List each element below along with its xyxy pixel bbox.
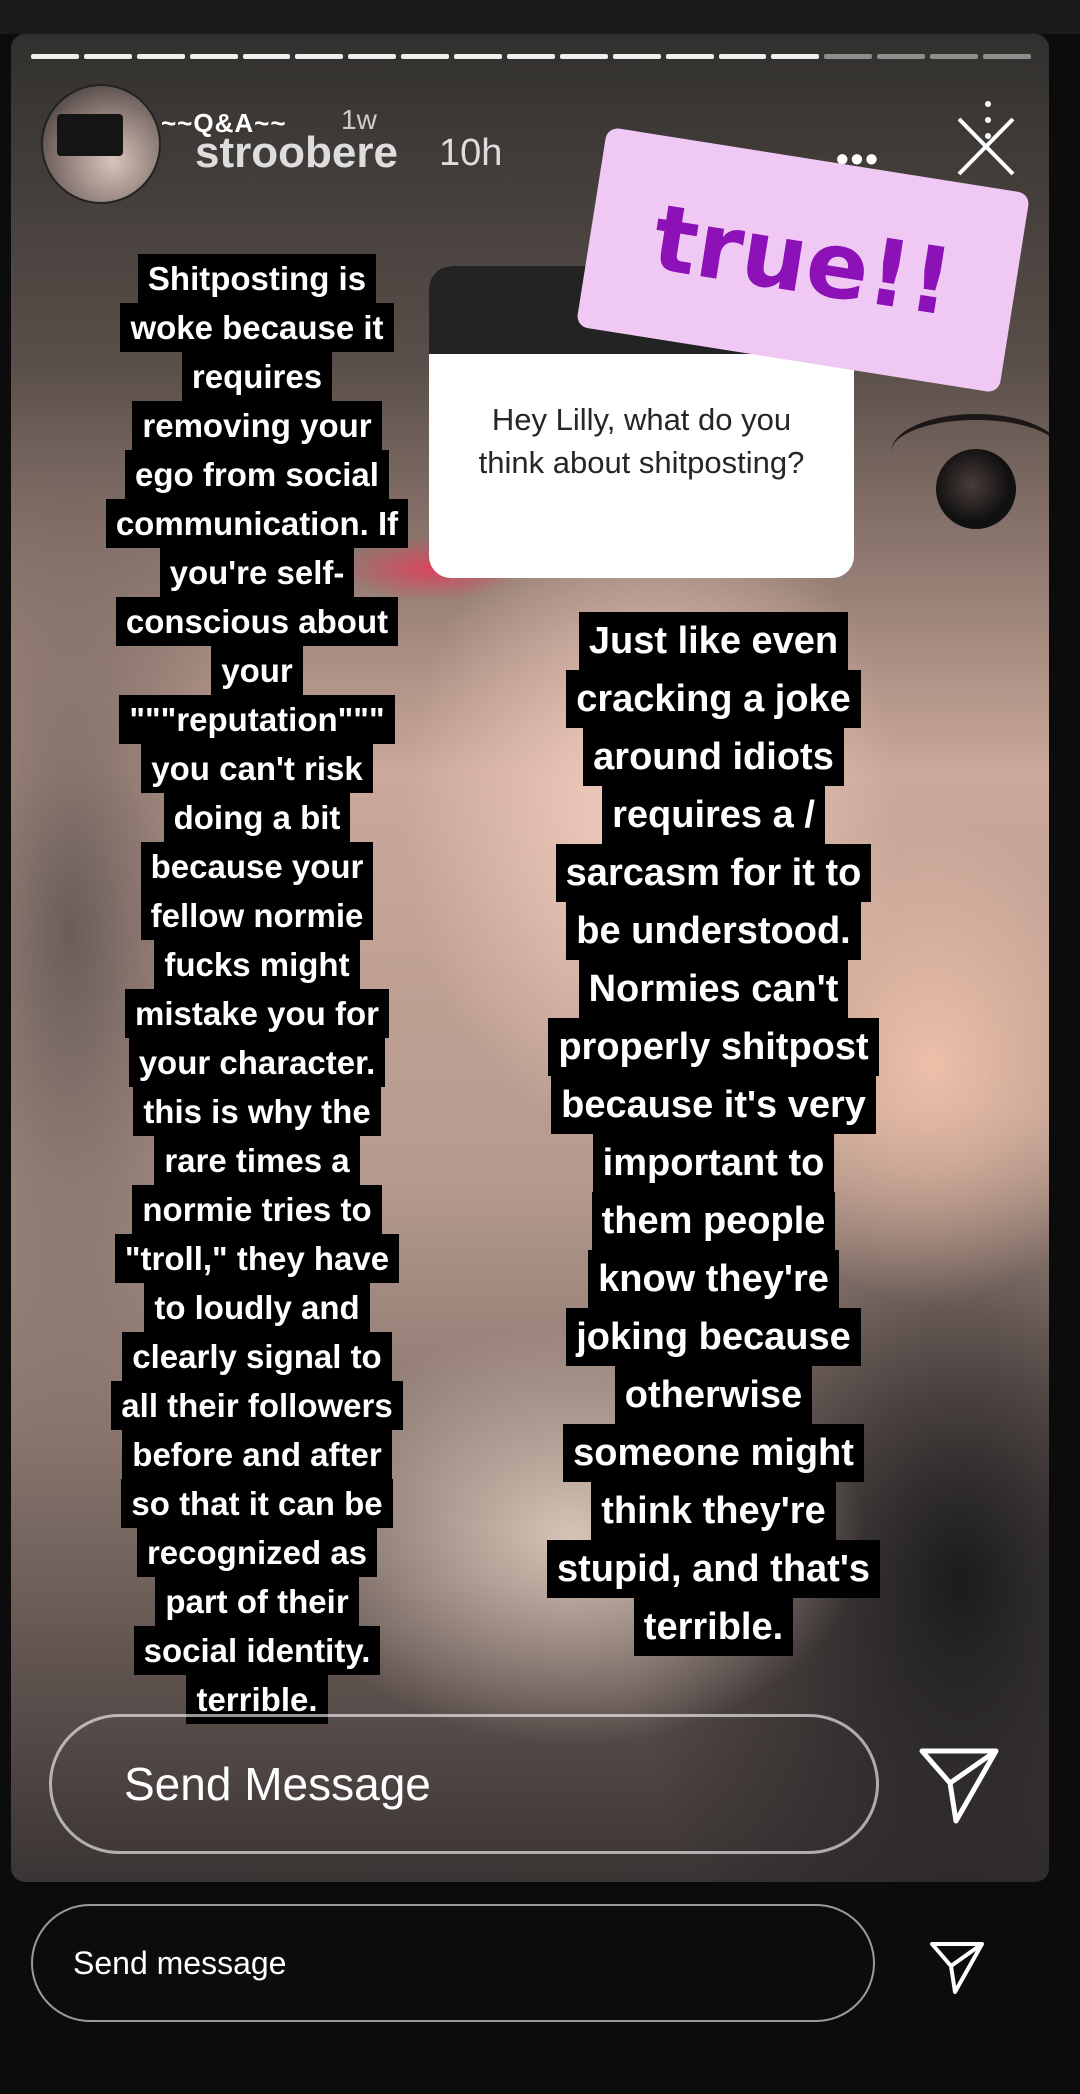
story-progress-bar bbox=[31, 54, 1031, 59]
progress-segment bbox=[824, 54, 873, 59]
left-answer-text: Shitposting is woke because it requires rem… bbox=[57, 254, 457, 1724]
avatar[interactable] bbox=[41, 84, 161, 204]
text-line: because your bbox=[140, 842, 374, 891]
text-line: clearly signal to bbox=[122, 1332, 392, 1381]
progress-segment bbox=[454, 54, 503, 59]
text-line: "troll," they have bbox=[114, 1234, 400, 1283]
progress-segment bbox=[348, 54, 397, 59]
progress-segment bbox=[295, 54, 344, 59]
progress-segment bbox=[930, 54, 979, 59]
text-line: social identity. bbox=[133, 1626, 381, 1675]
story-time: 10h bbox=[439, 132, 503, 174]
text-line: so that it can be bbox=[121, 1479, 393, 1528]
text-line: someone might bbox=[563, 1424, 864, 1482]
inner-send-placeholder: Send Message bbox=[124, 1758, 431, 1810]
text-line: conscious about bbox=[115, 597, 399, 646]
text-line: requires bbox=[181, 352, 333, 401]
text-line: """reputation""" bbox=[119, 695, 395, 744]
send-icon[interactable] bbox=[928, 1938, 986, 1996]
progress-segment bbox=[136, 54, 185, 59]
progress-segment bbox=[771, 54, 820, 59]
progress-segment bbox=[242, 54, 291, 59]
send-message-input[interactable]: Send message bbox=[31, 1904, 875, 2022]
send-message-placeholder: Send message bbox=[73, 1944, 287, 1981]
progress-segment bbox=[612, 54, 661, 59]
text-line: because it's very bbox=[551, 1076, 876, 1134]
close-icon[interactable] bbox=[951, 104, 1021, 184]
progress-segment bbox=[189, 54, 238, 59]
text-line: doing a bit bbox=[163, 793, 351, 842]
text-line: part of their bbox=[155, 1577, 359, 1626]
text-line: properly shitpost bbox=[548, 1018, 879, 1076]
text-line: Shitposting is bbox=[137, 254, 377, 303]
progress-segment bbox=[31, 54, 79, 59]
text-line: know they're bbox=[588, 1250, 839, 1308]
text-line: be understood. bbox=[566, 902, 861, 960]
text-line: rare times a bbox=[154, 1136, 360, 1185]
text-line: before and after bbox=[122, 1430, 392, 1479]
text-line: communication. If bbox=[105, 499, 409, 548]
story-viewer[interactable]: ~~Q&A~~ 1w stroobere 10h ••• ask m Hey L… bbox=[11, 34, 1049, 1882]
text-line: ego from social bbox=[125, 450, 389, 499]
text-line: mistake you for bbox=[125, 989, 389, 1038]
text-line: stupid, and that's bbox=[546, 1540, 881, 1598]
text-line: otherwise bbox=[614, 1366, 813, 1424]
text-line: normie tries to bbox=[132, 1185, 382, 1234]
progress-segment bbox=[877, 54, 926, 59]
text-line: fucks might bbox=[154, 940, 360, 989]
progress-segment bbox=[401, 54, 450, 59]
text-line: you can't risk bbox=[141, 744, 373, 793]
text-line: requires a / bbox=[602, 786, 825, 844]
text-line: this is why the bbox=[133, 1087, 381, 1136]
text-line: Normies can't bbox=[578, 960, 849, 1018]
text-line: joking because bbox=[566, 1308, 861, 1366]
send-icon[interactable] bbox=[916, 1741, 1002, 1827]
text-line: your character. bbox=[128, 1038, 386, 1087]
text-line: Just like even bbox=[578, 612, 849, 670]
photo-eye bbox=[936, 449, 1016, 529]
progress-segment bbox=[718, 54, 767, 59]
username[interactable]: stroobere bbox=[195, 128, 398, 178]
progress-segment bbox=[559, 54, 608, 59]
text-line: terrible. bbox=[633, 1598, 794, 1656]
text-line: you're self- bbox=[159, 548, 355, 597]
text-line: them people bbox=[591, 1192, 836, 1250]
progress-segment bbox=[665, 54, 714, 59]
status-bar bbox=[0, 0, 1080, 34]
progress-segment bbox=[83, 54, 132, 59]
text-line: recognized as bbox=[136, 1528, 378, 1577]
right-answer-text: Just like even cracking a joke around idio… bbox=[501, 612, 926, 1656]
text-line: cracking a joke bbox=[566, 670, 861, 728]
text-line: around idiots bbox=[583, 728, 844, 786]
text-line: to loudly and bbox=[144, 1283, 370, 1332]
text-line: your bbox=[211, 646, 303, 695]
progress-segment bbox=[983, 54, 1031, 59]
text-line: important to bbox=[592, 1134, 835, 1192]
text-line: woke because it bbox=[120, 303, 394, 352]
question-text: Hey Lilly, what do you think about shitp… bbox=[478, 402, 805, 480]
inner-send-message-input[interactable]: Send Message bbox=[49, 1714, 879, 1854]
progress-segment bbox=[507, 54, 555, 59]
text-line: fellow normie bbox=[140, 891, 374, 940]
text-line: removing your bbox=[132, 401, 382, 450]
text-line: all their followers bbox=[111, 1381, 403, 1430]
text-line: think they're bbox=[591, 1482, 836, 1540]
text-line: sarcasm for it to bbox=[555, 844, 872, 902]
